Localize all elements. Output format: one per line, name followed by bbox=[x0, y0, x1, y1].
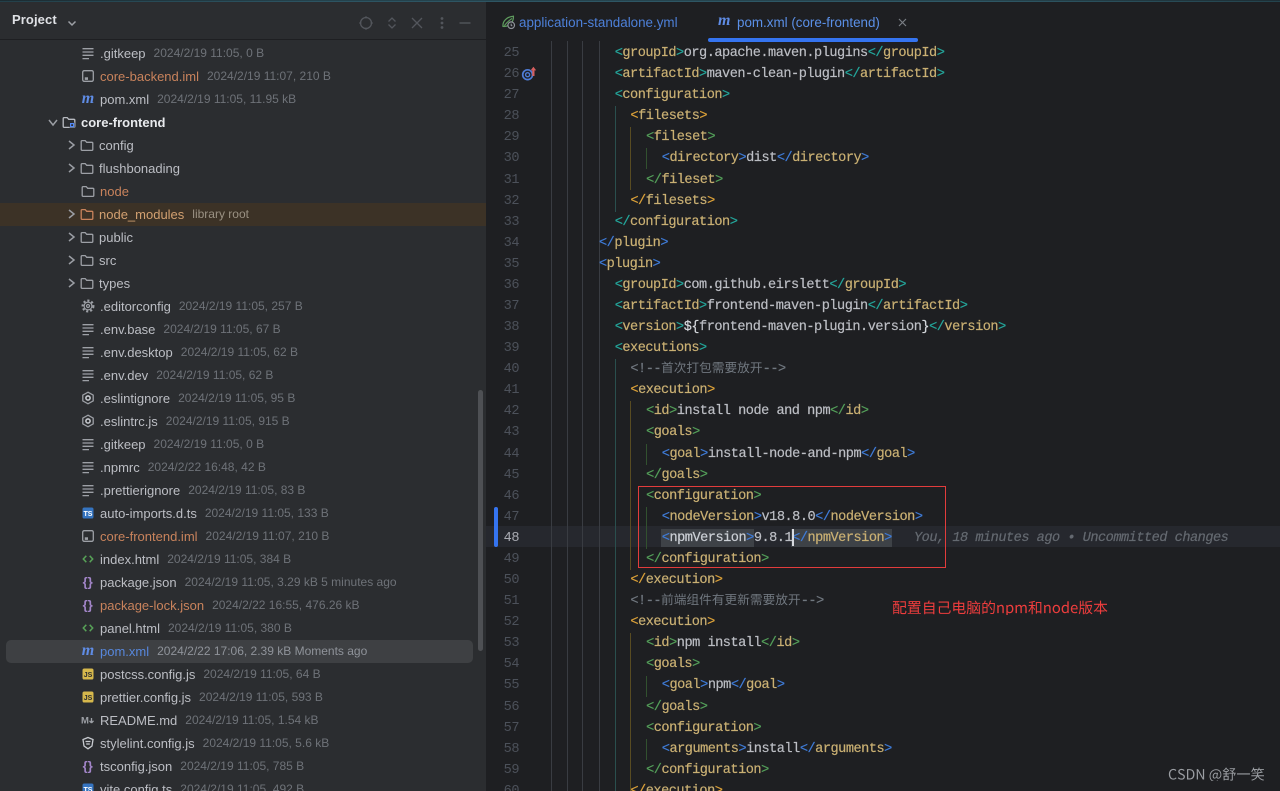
svg-text:M: M bbox=[81, 716, 89, 727]
svg-text:JS: JS bbox=[84, 695, 93, 702]
svg-text:}: } bbox=[88, 759, 93, 774]
svg-text:TS: TS bbox=[84, 511, 93, 518]
svg-text:TS: TS bbox=[84, 787, 93, 791]
svg-text:}: } bbox=[88, 598, 93, 613]
svg-text:JS: JS bbox=[84, 672, 93, 679]
svg-text:}: } bbox=[88, 575, 93, 590]
